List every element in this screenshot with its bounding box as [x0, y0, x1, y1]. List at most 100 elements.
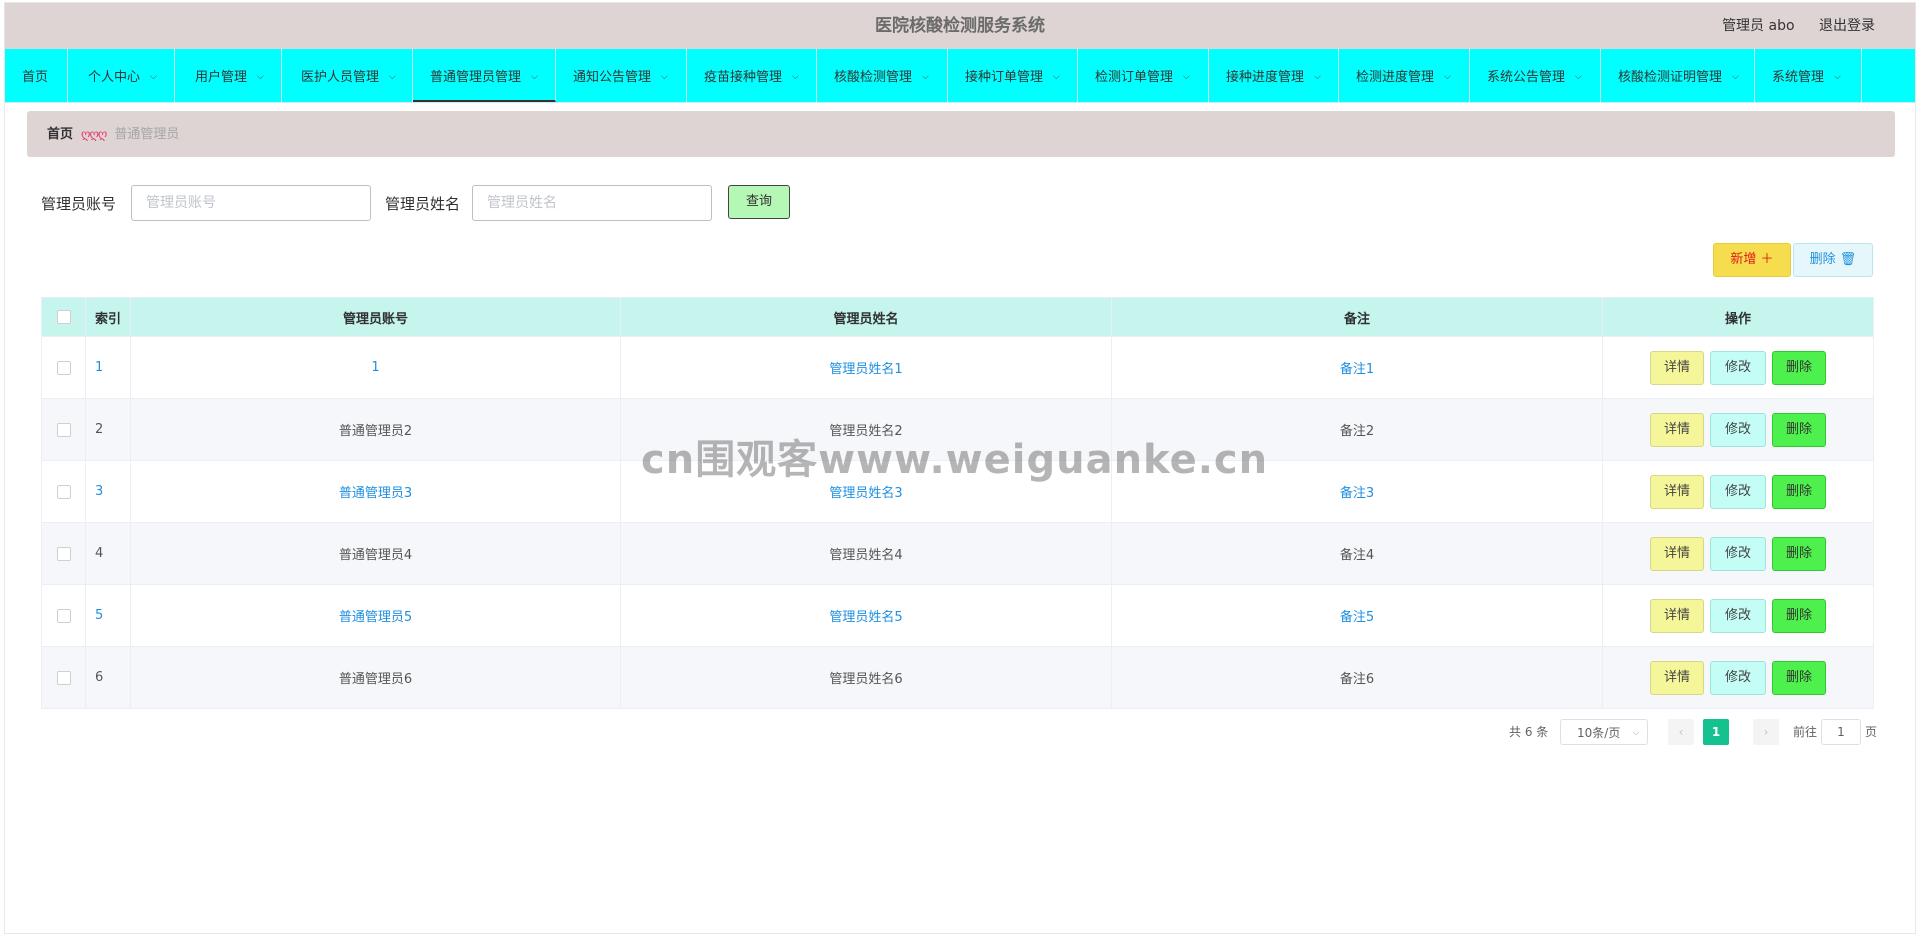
edit-button[interactable]: 修改 [1710, 536, 1766, 571]
account-search-input[interactable] [131, 185, 371, 221]
delete-button[interactable]: 删除 [1772, 536, 1826, 571]
header-remark: 备注 [1111, 297, 1603, 337]
nav-item-notice-management[interactable]: 通知公告管理 ⌵ [556, 49, 687, 102]
row-checkbox[interactable] [56, 360, 71, 375]
nav-item-label: 接种订单管理 [965, 70, 1044, 85]
nav-item-label: 系统公告管理 [1487, 70, 1566, 85]
detail-button[interactable]: 详情 [1650, 536, 1704, 571]
breadcrumb-home[interactable]: 首页 [47, 127, 73, 142]
cell-account: 1 [130, 336, 621, 399]
edit-button[interactable]: 修改 [1710, 350, 1766, 385]
delete-button[interactable]: 删除 [1772, 598, 1826, 633]
cell-name: 管理员姓名3 [620, 460, 1112, 523]
cell-ops: 详情 修改 删除 [1602, 584, 1874, 647]
logout-link[interactable]: 退出登录 [1819, 18, 1875, 34]
next-page-button[interactable]: › [1753, 719, 1779, 745]
nav-item-label: 检测进度管理 [1356, 70, 1435, 85]
row-select-cell [41, 584, 86, 647]
row-checkbox[interactable] [56, 608, 71, 623]
delete-button[interactable]: 删除 [1772, 350, 1826, 385]
query-button[interactable]: 查询 [728, 185, 790, 219]
cell-remark: 备注6 [1111, 646, 1603, 709]
detail-button[interactable]: 详情 [1650, 660, 1704, 695]
chevron-down-icon: ⌵ [1575, 72, 1582, 82]
add-button[interactable]: 新增 ＋ [1713, 243, 1791, 277]
header-index: 索引 [85, 297, 131, 337]
cell-ops: 详情 修改 删除 [1602, 336, 1874, 399]
row-select-cell [41, 460, 86, 523]
detail-button[interactable]: 详情 [1650, 474, 1704, 509]
cell-name: 管理员姓名2 [620, 398, 1112, 461]
prev-page-button[interactable]: ‹ [1668, 719, 1694, 745]
detail-button[interactable]: 详情 [1650, 412, 1704, 447]
chevron-down-icon: ⌵ [1053, 72, 1060, 82]
name-search-input[interactable] [472, 185, 712, 221]
page-size-select[interactable]: 10条/页 ⌵ [1560, 719, 1648, 745]
header-ops: 操作 [1602, 297, 1874, 337]
cell-account: 普通管理员3 [130, 460, 621, 523]
chevron-down-icon: ⌵ [922, 72, 929, 82]
batch-delete-button[interactable]: 删除 🗑 [1793, 243, 1873, 277]
table-row: 1 1 管理员姓名1 备注1 详情 修改 删除 [41, 336, 1874, 399]
edit-button[interactable]: 修改 [1710, 598, 1766, 633]
account-label: 管理员账号 [41, 195, 117, 213]
nav-item-test-progress[interactable]: 检测进度管理 ⌵ [1339, 49, 1470, 102]
cell-index: 5 [85, 584, 131, 647]
nav-item-test-orders[interactable]: 检测订单管理 ⌵ [1078, 49, 1209, 102]
cell-remark: 备注1 [1111, 336, 1603, 399]
nav-item-vaccination-progress[interactable]: 接种进度管理 ⌵ [1209, 49, 1339, 102]
goto-page-input[interactable] [1821, 719, 1861, 745]
row-checkbox[interactable] [56, 670, 71, 685]
page-unit-label: 页 [1865, 725, 1878, 739]
table-row: 5 普通管理员5 管理员姓名5 备注5 详情 修改 删除 [41, 584, 1874, 647]
nav-item-label: 系统管理 [1772, 70, 1825, 85]
chevron-down-icon: ⌵ [1632, 728, 1639, 737]
nav-item-home[interactable]: 首页 [5, 49, 68, 102]
chevron-down-icon: ⌵ [1732, 72, 1739, 82]
nav-item-medical-staff[interactable]: 医护人员管理 ⌵ [282, 49, 413, 102]
user-area: 管理员 abo 退出登录 [1702, 3, 1875, 49]
nav-item-system-management[interactable]: 系统管理 ⌵ [1755, 49, 1862, 102]
nav-item-user-management[interactable]: 用户管理 ⌵ [175, 49, 282, 102]
pagination: 共 6 条 10条/页 ⌵ ‹ 1 › 前往 页 [27, 719, 1877, 747]
detail-button[interactable]: 详情 [1650, 598, 1704, 633]
chevron-down-icon: ⌵ [257, 72, 264, 82]
nav-item-test-certificate[interactable]: 核酸检测证明管理 ⌵ [1601, 49, 1755, 102]
row-select-cell [41, 336, 86, 399]
name-label: 管理员姓名 [385, 195, 461, 213]
nav-item-personal-center[interactable]: 个人中心 ⌵ [68, 49, 175, 102]
app-window: 医院核酸检测服务系统 管理员 abo 退出登录 首页 个人中心 ⌵ 用户管理 ⌵ 医… [4, 2, 1916, 934]
delete-button[interactable]: 删除 [1772, 412, 1826, 447]
delete-button[interactable]: 删除 [1772, 474, 1826, 509]
nav-item-label: 核酸检测证明管理 [1618, 70, 1723, 85]
detail-button[interactable]: 详情 [1650, 350, 1704, 385]
nav-item-vaccination[interactable]: 疫苗接种管理 ⌵ [687, 49, 817, 102]
page-number-current[interactable]: 1 [1703, 719, 1729, 745]
edit-button[interactable]: 修改 [1710, 660, 1766, 695]
breadcrumb-separator: ღღღ [81, 127, 107, 141]
nav-item-nucleic-test[interactable]: 核酸检测管理 ⌵ [817, 49, 948, 102]
cell-index: 1 [85, 336, 131, 399]
row-checkbox[interactable] [56, 422, 71, 437]
nav-item-admin-management[interactable]: 普通管理员管理 ⌵ [413, 49, 556, 102]
row-checkbox[interactable] [56, 546, 71, 561]
nav-item-vaccination-orders[interactable]: 接种订单管理 ⌵ [948, 49, 1078, 102]
nav-item-label: 个人中心 [88, 70, 141, 85]
main-nav: 首页 个人中心 ⌵ 用户管理 ⌵ 医护人员管理 ⌵ 普通管理员管理 ⌵ 通知公告管理 ⌵ … [5, 49, 1915, 103]
edit-button[interactable]: 修改 [1710, 474, 1766, 509]
select-all-checkbox[interactable] [56, 310, 71, 324]
cell-ops: 详情 修改 删除 [1602, 398, 1874, 461]
pagination-total: 共 6 条 [1509, 725, 1549, 739]
cell-remark: 备注4 [1111, 522, 1603, 585]
row-checkbox[interactable] [56, 484, 71, 499]
nav-item-label: 用户管理 [195, 70, 248, 85]
delete-button[interactable]: 删除 [1772, 660, 1826, 695]
edit-button[interactable]: 修改 [1710, 412, 1766, 447]
nav-item-system-notice[interactable]: 系统公告管理 ⌵ [1470, 49, 1601, 102]
content-panel: 管理员账号 管理员姓名 查询 新增 ＋ 删除 🗑 索引 管理员账号 管理员姓名 … [27, 167, 1895, 767]
cell-name: 管理员姓名1 [620, 336, 1112, 399]
chevron-down-icon: ⌵ [1314, 72, 1321, 82]
table-row: 4 普通管理员4 管理员姓名4 备注4 详情 修改 删除 [41, 522, 1874, 585]
cell-index: 6 [85, 646, 131, 709]
row-select-cell [41, 398, 86, 461]
